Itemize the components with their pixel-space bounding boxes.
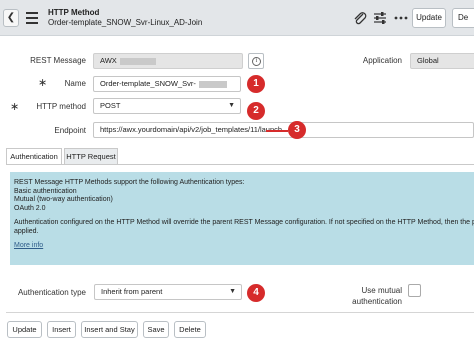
notice-line: REST Message HTTP Methods support the fo… <box>14 179 245 186</box>
tab-authentication[interactable]: Authentication <box>6 148 62 165</box>
form-header: ❮ HTTP Method Order-template_SNOW_Svr-Li… <box>0 0 474 36</box>
mutual-auth-label-2: authentication <box>352 297 402 306</box>
tab-http-request[interactable]: HTTP Request <box>64 148 118 165</box>
rest-message-label: REST Message <box>30 56 86 65</box>
sliders-icon[interactable] <box>372 11 388 25</box>
name-value: Order-template_SNOW_Svr- <box>100 79 196 88</box>
callout-3-pointer <box>266 130 288 132</box>
notice-line: applied. <box>14 227 39 235</box>
authentication-info-notice: REST Message HTTP Methods support the fo… <box>10 172 474 265</box>
callout-3: 3 <box>288 121 306 139</box>
insert-button[interactable]: Insert <box>47 321 76 338</box>
back-button[interactable]: ❮ <box>3 9 19 27</box>
chevron-left-icon: ❮ <box>6 12 16 23</box>
rest-message-field[interactable]: AWX <box>93 53 243 69</box>
notice-line: Mutual (two-way authentication) <box>14 196 113 203</box>
application-field[interactable]: Global <box>410 53 474 69</box>
http-method-select[interactable]: POST ▼ <box>93 98 241 114</box>
more-dots-icon[interactable] <box>393 11 409 25</box>
application-label: Application <box>362 56 402 65</box>
record-name-title: Order-template_SNOW_Svr-Linux_AD-Join <box>48 18 203 27</box>
header-delete-button[interactable]: De <box>452 8 474 28</box>
info-icon: i <box>252 57 261 66</box>
name-label: Name <box>64 79 86 88</box>
caret-down-icon: ▼ <box>229 288 236 295</box>
callout-4: 4 <box>247 284 265 302</box>
redacted-block <box>119 57 156 65</box>
notice-line: OAuth 2.0 <box>14 204 46 212</box>
http-method-value: POST <box>100 101 121 110</box>
rest-message-value: AWX <box>100 56 117 65</box>
authentication-type-value: Inherit from parent <box>101 287 163 296</box>
name-input[interactable]: Order-template_SNOW_Svr- <box>93 76 241 92</box>
tab-divider <box>6 164 474 165</box>
caret-down-icon: ▼ <box>228 102 235 109</box>
required-marker-http-method: ∗ <box>10 101 20 113</box>
more-info-link[interactable]: More info <box>14 242 474 251</box>
hamburger-menu-icon[interactable] <box>26 12 38 27</box>
mutual-auth-checkbox[interactable] <box>408 284 421 297</box>
redacted-block <box>198 80 227 88</box>
mutual-auth-label-1: Use mutual <box>361 286 402 295</box>
authentication-type-select[interactable]: Inherit from parent ▼ <box>94 284 242 300</box>
delete-button[interactable]: Delete <box>174 321 206 338</box>
callout-2: 2 <box>247 102 265 120</box>
notice-line: Basic authentication <box>14 187 77 195</box>
notice-line: Authentication configured on the HTTP Me… <box>14 219 474 226</box>
endpoint-label: Endpoint <box>54 126 86 135</box>
rest-message-info-button[interactable]: i <box>248 53 264 69</box>
http-method-label: HTTP method <box>36 102 86 111</box>
callout-1: 1 <box>247 75 265 93</box>
save-button[interactable]: Save <box>143 321 169 338</box>
form-footer-divider <box>6 312 474 313</box>
update-button[interactable]: Update <box>7 321 42 338</box>
record-type-title: HTTP Method <box>48 8 100 17</box>
insert-and-stay-button[interactable]: Insert and Stay <box>81 321 138 338</box>
header-update-button[interactable]: Update <box>412 8 446 28</box>
paperclip-icon[interactable] <box>352 11 368 25</box>
authentication-type-label: Authentication type <box>17 288 86 297</box>
